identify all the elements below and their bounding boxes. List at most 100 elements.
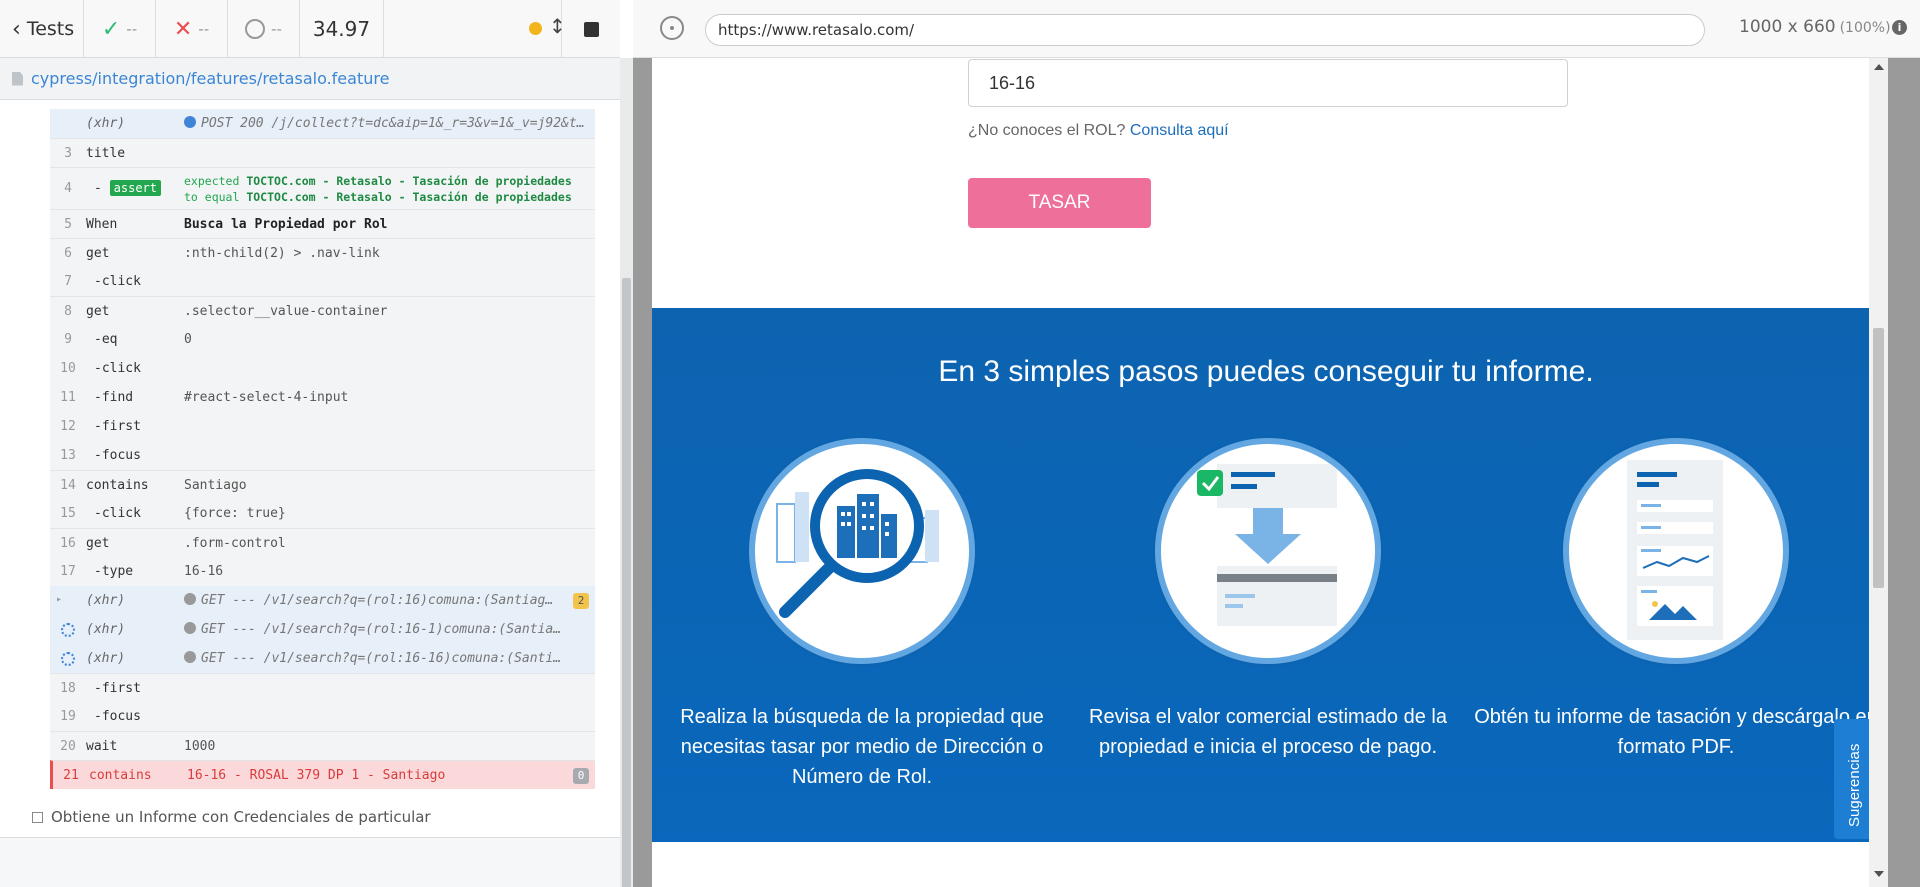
next-test-title: Obtiene un Informe con Credenciales de p… <box>51 808 431 826</box>
command-row[interactable]: 16 get .form-control <box>50 528 595 557</box>
command-message-text: GET --- /v1/search?q=(rol:16-1)comuna:(S… <box>201 622 562 637</box>
step-2-caption: Revisa el valor comercial estimado de la… <box>1089 706 1447 758</box>
command-name: -eq <box>94 332 118 347</box>
command-message-text: 1000 <box>184 738 216 754</box>
command-row[interactable]: 10 -click <box>50 354 595 383</box>
step-3-caption: Obtén tu informe de tasación y descárgal… <box>1474 706 1878 758</box>
selector-playground-icon[interactable] <box>660 16 684 40</box>
loading-spinner-icon <box>61 652 75 666</box>
pending-stat[interactable]: -- <box>228 0 300 58</box>
auto-scroll-toggle-icon[interactable]: ↕ <box>549 14 566 38</box>
consulta-link[interactable]: Consulta aquí <box>1130 122 1229 139</box>
command-row[interactable]: 4- assert expected TOCTOC.com - Retasalo … <box>50 167 595 209</box>
command-name: -find <box>94 390 134 405</box>
command-name: contains <box>89 767 152 783</box>
rol-help-text: ¿No conoces el ROL? <box>968 122 1126 139</box>
passed-count: -- <box>126 20 138 38</box>
xhr-log-row[interactable]: (xhr) GET --- /v1/search?q=(rol:16-1)comu… <box>50 615 595 644</box>
command-name: get <box>86 535 110 551</box>
pending-circle-icon <box>245 19 266 39</box>
xhr-log-row[interactable]: (xhr) POST 200 /j/collect?t=dc&aip=1&_r=3… <box>50 109 595 138</box>
command-row[interactable]: 14 contains Santiago <box>50 470 595 499</box>
assert-badge: assert <box>109 180 162 196</box>
command-row[interactable]: 8 get .selector__value-container <box>50 296 595 325</box>
command-number: 19 <box>60 709 76 724</box>
command-row[interactable]: 15 -click {force: true} <box>50 499 595 528</box>
xhr-log-row[interactable]: ▸ (xhr) GET --- /v1/search?q=(rol:16)comun… <box>50 586 595 615</box>
stop-icon <box>583 21 599 37</box>
scroll-up-arrow-icon[interactable] <box>1874 64 1884 70</box>
command-row[interactable]: 12 -first <box>50 412 595 441</box>
command-row[interactable]: 11 -find #react-select-4-input <box>50 383 595 412</box>
page-scrollbar-thumb[interactable] <box>1873 328 1884 588</box>
tasar-button[interactable]: TASAR <box>968 178 1151 228</box>
command-message-text: 16-16 <box>184 564 224 579</box>
command-name: -focus <box>94 709 141 724</box>
command-name: (xhr) <box>86 116 126 131</box>
command-row[interactable]: 21 contains 16-16 - ROSAL 379 DP 1 - Santi… <box>50 760 595 789</box>
command-row[interactable]: 9 -eq 0 <box>50 325 595 354</box>
command-name: (xhr) <box>86 651 126 666</box>
pdf-report-icon <box>1563 438 1789 664</box>
command-number: 8 <box>64 303 72 319</box>
command-name: -click <box>94 361 141 376</box>
command-row[interactable]: 7 -click <box>50 267 595 296</box>
rol-help: ¿No conoces el ROL? Consulta aquí <box>968 122 1229 140</box>
running-indicator-icon <box>529 22 542 35</box>
command-message-text: .form-control <box>184 535 286 551</box>
command-message: GET --- /v1/search?q=(rol:16-16)comuna:(… <box>184 651 595 666</box>
command-number: 15 <box>60 506 76 521</box>
passed-stat[interactable]: ✓ -- <box>84 0 156 58</box>
command-message: Busca la Propiedad por Rol <box>184 217 595 232</box>
check-icon: ✓ <box>101 16 121 42</box>
reporter-scrollbar-thumb[interactable] <box>622 278 631 887</box>
info-icon[interactable]: i <box>1892 20 1907 35</box>
command-message: 1000 <box>184 739 595 754</box>
x-icon: ✕ <box>173 16 193 42</box>
command-name: (xhr) <box>86 622 126 637</box>
command-row[interactable]: 18 -first <box>50 673 595 702</box>
command-row[interactable]: 17 -type 16-16 <box>50 557 595 586</box>
command-name: -click <box>94 506 141 521</box>
command-number: 21 <box>63 767 79 783</box>
failed-stat[interactable]: ✕ -- <box>156 0 228 58</box>
command-log: (xhr) POST 200 /j/collect?t=dc&aip=1&_r=3… <box>0 100 620 840</box>
command-row[interactable]: 3 title <box>50 138 595 167</box>
next-test-item[interactable]: Obtiene un Informe con Credenciales de p… <box>32 808 431 826</box>
command-row[interactable]: 6 get:nth-child(2) > .nav-link <box>50 238 595 267</box>
rol-input[interactable]: 16-16 <box>968 59 1568 107</box>
command-message-text: 0 <box>184 332 192 347</box>
xhr-status-dot-icon <box>184 651 196 663</box>
command-name: title <box>86 145 126 161</box>
command-message: GET --- /v1/search?q=(rol:16)comuna:(San… <box>184 593 595 608</box>
command-message-text: Busca la Propiedad por Rol <box>184 216 388 232</box>
command-row[interactable]: 20 wait 1000 <box>50 731 595 760</box>
command-message-text: #react-select-4-input <box>184 390 349 405</box>
command-row[interactable]: 19 -focus <box>50 702 595 731</box>
command-message-text: .selector__value-container <box>184 303 388 319</box>
reporter-scrollbar[interactable] <box>620 58 633 887</box>
command-message: 0 <box>184 332 595 347</box>
back-to-tests-button[interactable]: ‹ Tests <box>0 0 84 58</box>
count-badge: 2 <box>573 593 589 609</box>
scroll-down-arrow-icon[interactable] <box>1874 871 1884 877</box>
loading-spinner-icon <box>61 623 75 637</box>
expand-caret-icon[interactable]: ▸ <box>56 594 62 605</box>
command-message: {force: true} <box>184 506 595 521</box>
url-field[interactable]: https://www.retasalo.com/ <box>705 14 1705 46</box>
command-name: wait <box>86 738 118 754</box>
command-message: 16-16 <box>184 564 595 579</box>
command-message: :nth-child(2) > .nav-link <box>184 246 595 261</box>
page-scrollbar[interactable] <box>1869 58 1888 887</box>
command-row[interactable]: 13 -focus <box>50 441 595 470</box>
command-row[interactable]: 5 When Busca la Propiedad por Rol <box>50 209 595 238</box>
assert-value: TOCTOC.com - Retasalo - Tasación de prop… <box>246 189 572 204</box>
command-number: 14 <box>60 477 76 493</box>
assert-prefix: expected <box>184 173 240 188</box>
command-number: 17 <box>60 564 76 579</box>
spec-path-link[interactable]: cypress/integration/features/retasalo.fe… <box>31 69 389 88</box>
stop-button[interactable] <box>562 0 620 58</box>
xhr-log-row[interactable]: (xhr) GET --- /v1/search?q=(rol:16-16)com… <box>50 644 595 673</box>
command-name: When <box>86 216 118 232</box>
viewport-info: 1000 x 660 (100%) <box>1739 17 1891 37</box>
